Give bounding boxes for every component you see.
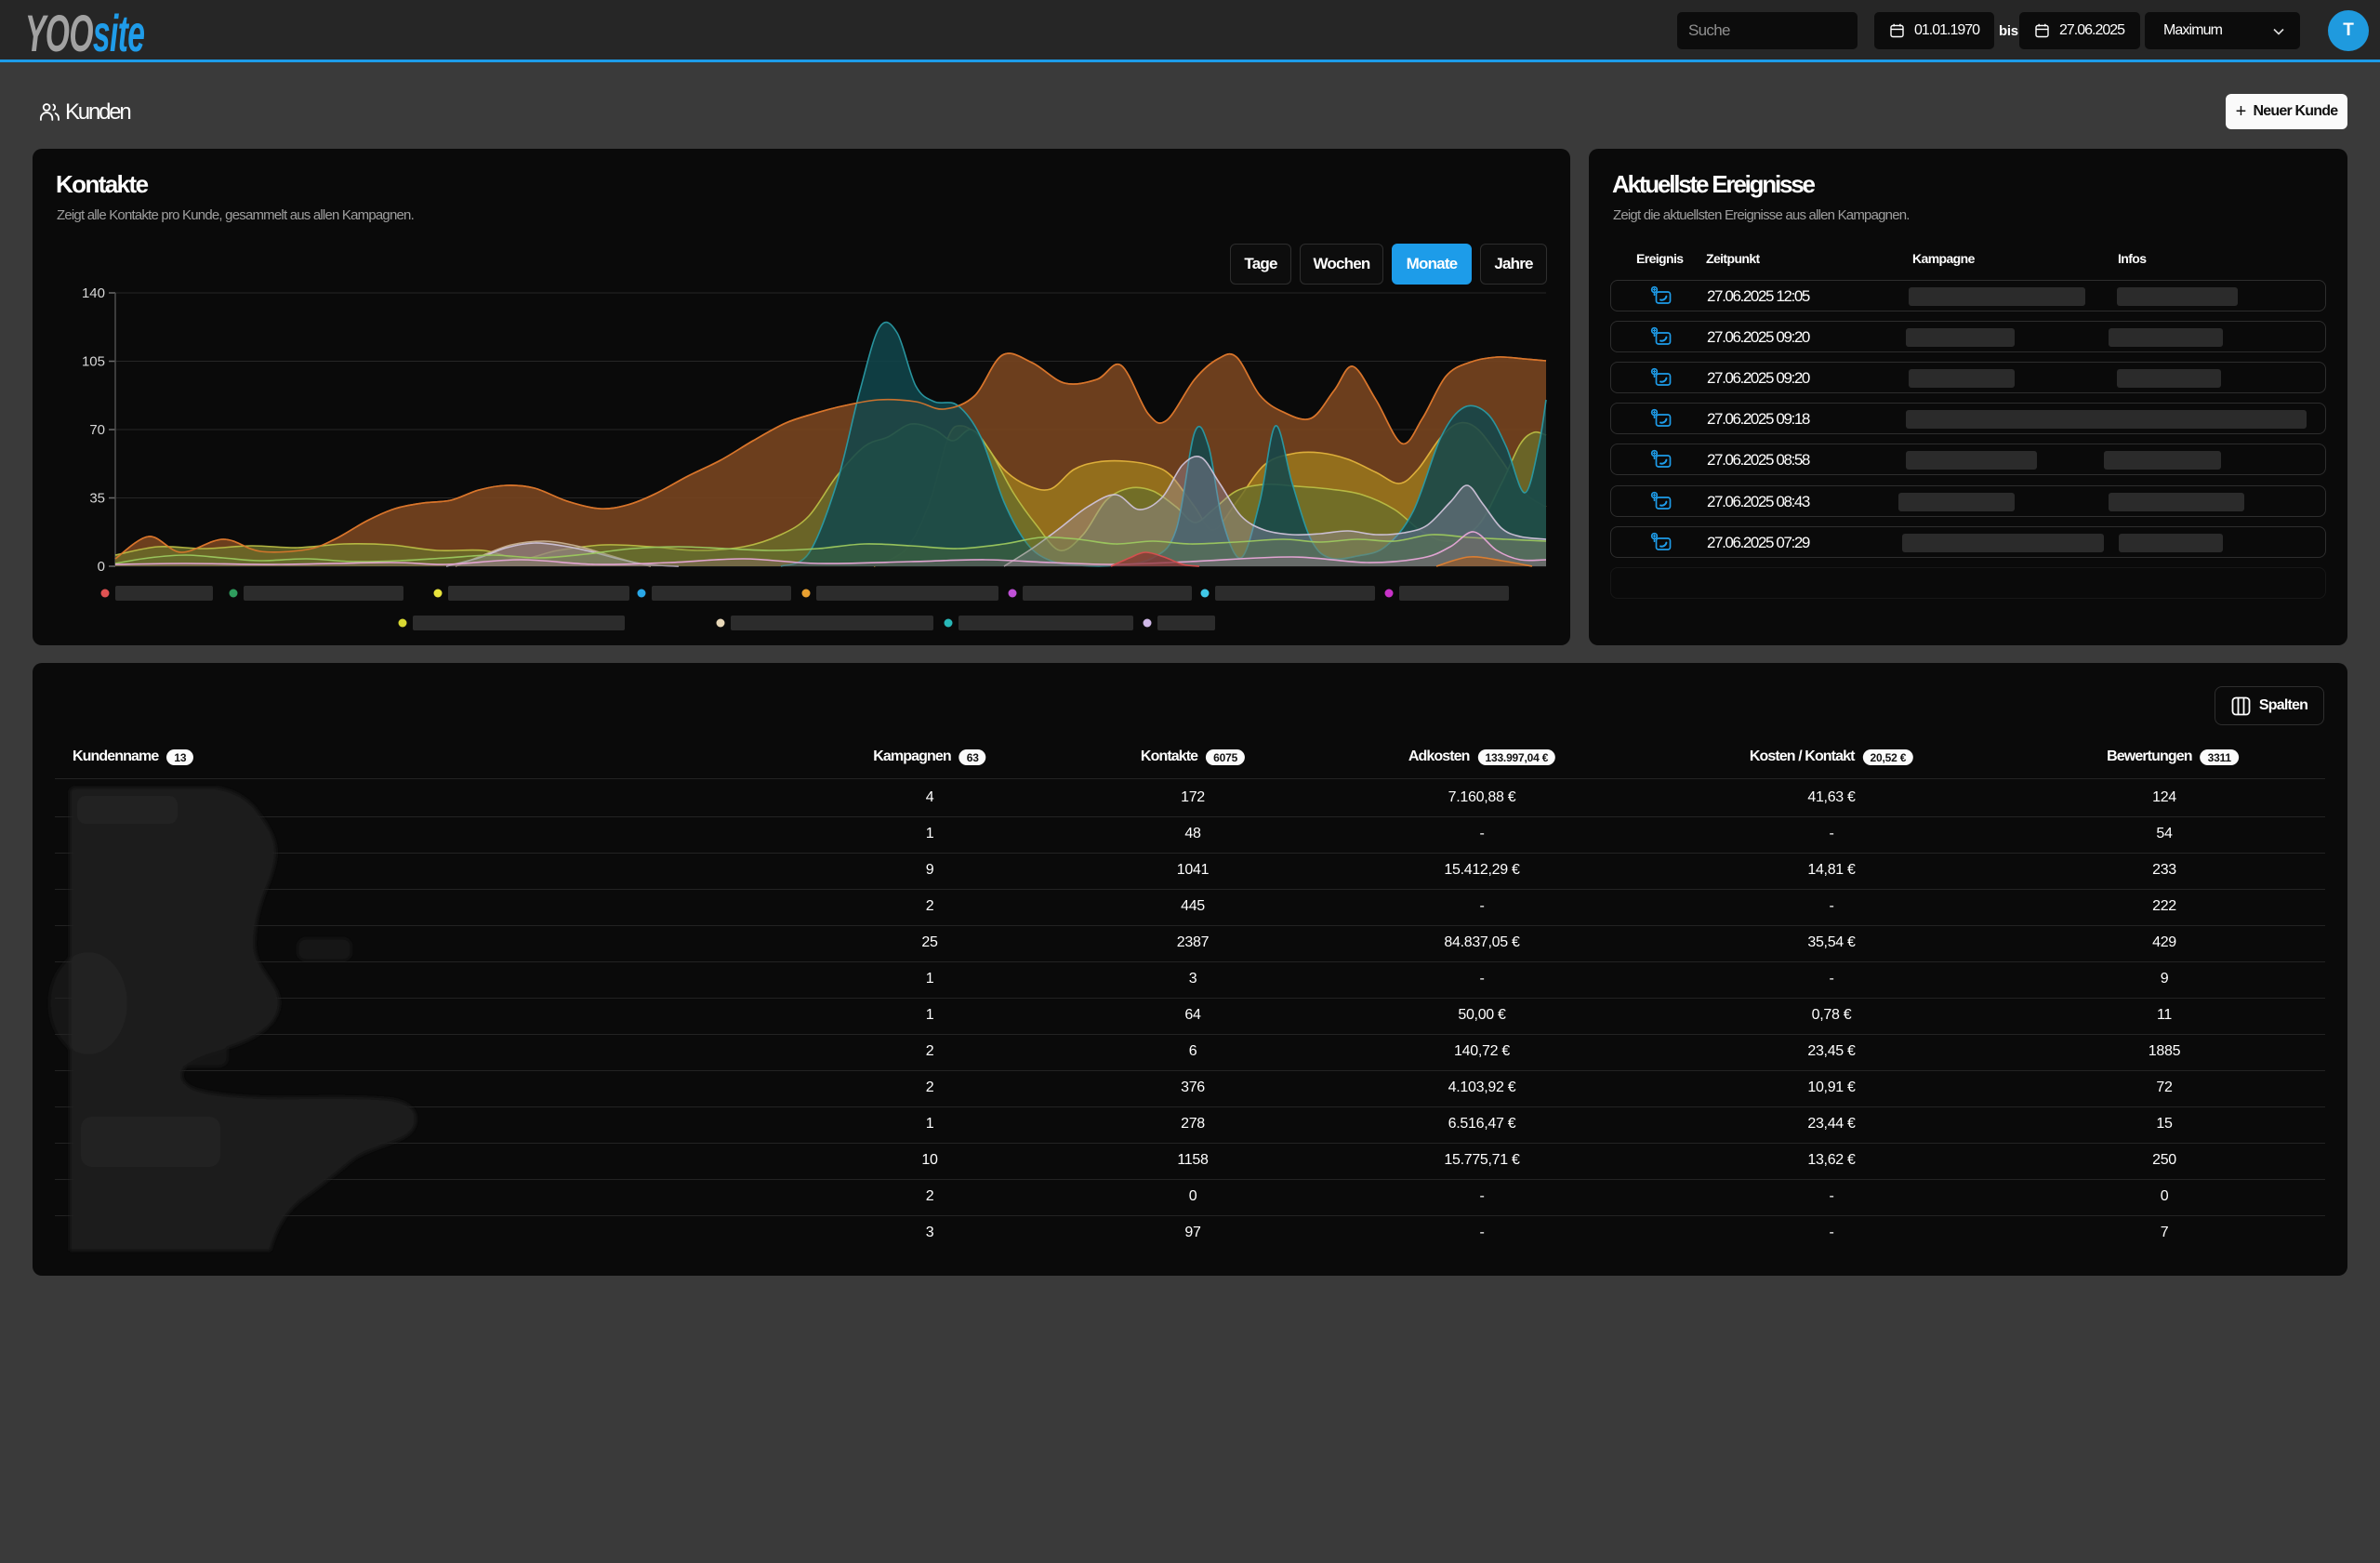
svg-text:70: 70 [89,422,105,438]
svg-text:105: 105 [82,354,105,370]
svg-text:140: 140 [82,285,105,301]
svg-text:35: 35 [89,491,105,507]
svg-text:0: 0 [98,559,105,575]
